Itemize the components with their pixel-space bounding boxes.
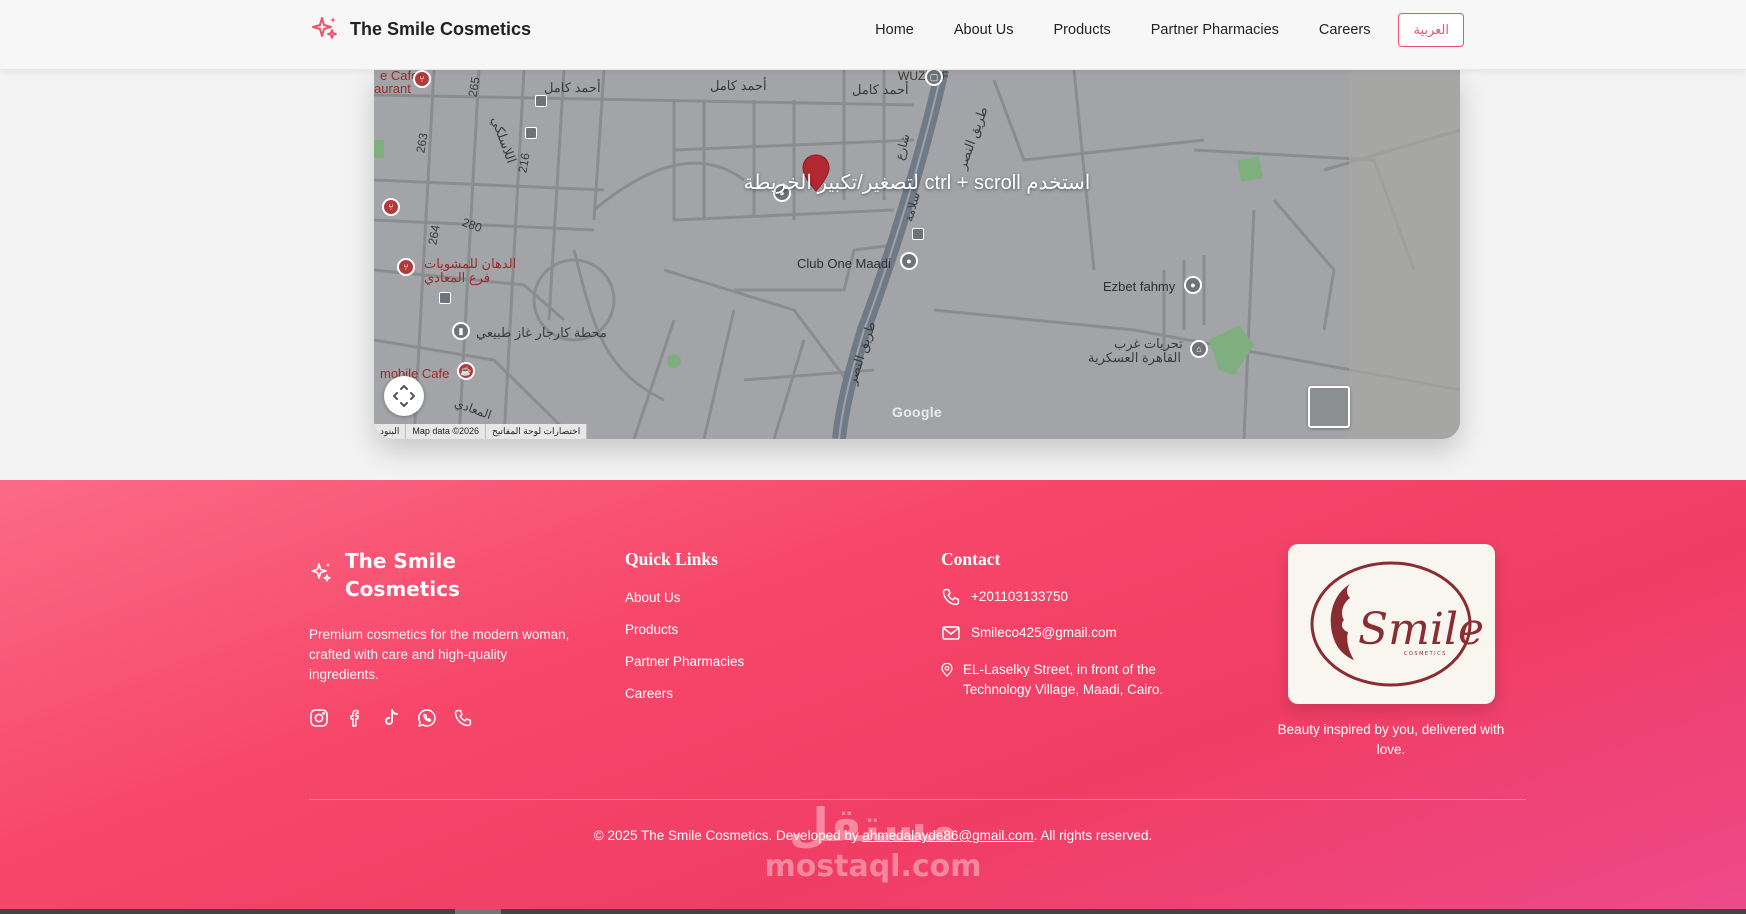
footer-link-partner-pharmacies[interactable]: Partner Pharmacies bbox=[625, 654, 744, 672]
social-links bbox=[309, 708, 473, 728]
place-icon[interactable]: ● bbox=[900, 252, 918, 270]
footer-divider bbox=[309, 799, 1526, 800]
contact-address: EL-Laselky Street, in front of the Techn… bbox=[941, 660, 1173, 700]
footer-brand-name: The Smile Cosmetics bbox=[345, 549, 460, 601]
logo-wordmark: Smile bbox=[1358, 604, 1484, 655]
map-label-station: محطة كارجار غاز طبيعي bbox=[476, 325, 607, 340]
google-map-embed[interactable]: e Cafe aurant ⑂ 265 أحمد كامل أحمد كامل … bbox=[374, 70, 1460, 439]
copyright-prefix: © 2025 The Smile Cosmetics. Developed by bbox=[593, 828, 863, 843]
bus-stop-icon bbox=[912, 228, 924, 240]
map-data-credit: Map data ©2026 bbox=[406, 424, 487, 439]
copyright-suffix: . All rights reserved. bbox=[1033, 828, 1153, 843]
map-label-ahmed-kamel-2: أحمد كامل bbox=[710, 78, 767, 93]
cafe-icon[interactable]: ☕ bbox=[457, 362, 475, 380]
contact-email-text: Smileco425@gmail.com bbox=[971, 625, 1117, 640]
contact-address-text: EL-Laselky Street, in front of the Techn… bbox=[963, 662, 1164, 697]
brand-name: The Smile Cosmetics bbox=[350, 18, 532, 39]
logo-subtext: COSMETICS bbox=[1404, 651, 1447, 657]
contact-email[interactable]: Smileco425@gmail.com bbox=[941, 623, 1117, 643]
mail-icon bbox=[942, 626, 960, 640]
keyboard-shortcuts-link[interactable]: اختصارات لوحة المفاتيح bbox=[486, 424, 588, 439]
nav-home[interactable]: Home bbox=[875, 13, 914, 47]
bus-stop-icon bbox=[439, 292, 451, 304]
map-pan-control-button[interactable] bbox=[384, 376, 424, 416]
instagram-icon[interactable] bbox=[309, 708, 329, 728]
contact-title: Contact bbox=[941, 549, 1001, 569]
map-attribution: البنود Map data ©2026 اختصارات لوحة المف… bbox=[374, 424, 588, 439]
map-label-restaurant: aurant bbox=[374, 81, 411, 96]
map-label-ezbet: Ezbet fahmy bbox=[1103, 279, 1176, 294]
quick-links-title: Quick Links bbox=[625, 549, 718, 569]
developer-email-link[interactable]: ahmedalayde86@gmail.com bbox=[862, 828, 1033, 843]
map-label-club-one: Club One Maadi bbox=[797, 256, 891, 271]
nav-about-us[interactable]: About Us bbox=[954, 13, 1014, 47]
watermark-arabic: مستقل bbox=[788, 798, 958, 852]
smile-logo: Smile COSMETICS bbox=[1310, 561, 1484, 687]
map-label-ahmed-kamel-3: أحمد كامل bbox=[852, 82, 909, 97]
sparkle-icon bbox=[312, 17, 337, 39]
restaurant-icon[interactable]: ⑂ bbox=[413, 70, 431, 88]
place-icon[interactable]: ● bbox=[1184, 276, 1202, 294]
site-footer: The Smile Cosmetics Premium cosmetics fo… bbox=[0, 480, 1746, 914]
footer-link-about-us[interactable]: About Us bbox=[625, 590, 744, 608]
phone-icon bbox=[942, 588, 960, 606]
horizontal-scrollbar[interactable] bbox=[0, 909, 1746, 914]
bus-stop-icon bbox=[525, 127, 537, 139]
map-label-dahan-2: فرع المعادي bbox=[424, 270, 491, 285]
map-pin-icon bbox=[941, 663, 953, 677]
main-nav: Home About Us Products Partner Pharmacie… bbox=[835, 13, 1464, 47]
map-roads bbox=[374, 70, 1460, 439]
phone-icon[interactable] bbox=[453, 708, 473, 728]
facebook-icon[interactable] bbox=[345, 708, 365, 728]
footer-link-careers[interactable]: Careers bbox=[625, 686, 744, 704]
footer-description: Premium cosmetics for the modern woman, … bbox=[309, 627, 570, 682]
bus-stop-icon bbox=[535, 95, 547, 107]
gas-station-icon[interactable]: ▮ bbox=[452, 322, 470, 340]
brand-link[interactable]: The Smile Cosmetics bbox=[310, 14, 531, 44]
footer-link-products[interactable]: Products bbox=[625, 622, 744, 640]
google-logo: Google bbox=[892, 404, 943, 420]
site-header: The Smile Cosmetics Home About Us Produc… bbox=[0, 0, 1746, 70]
nav-careers[interactable]: Careers bbox=[1319, 13, 1371, 47]
move-arrows-icon bbox=[393, 385, 415, 407]
government-building-icon[interactable]: ⌂ bbox=[1190, 340, 1208, 358]
copyright-text: © 2025 The Smile Cosmetics. Developed by… bbox=[0, 828, 1746, 843]
watermark-english: mostaql.com bbox=[764, 849, 982, 884]
restaurant-icon[interactable]: ⑂ bbox=[397, 258, 415, 276]
contact-phone-text: +201103133750 bbox=[971, 589, 1068, 604]
map-label-ahmed-kamel-1: أحمد كامل bbox=[544, 80, 601, 95]
map-zoom-hint: استخدم ctrl + scroll لتصغير/تكبير الخريط… bbox=[743, 172, 1091, 194]
smile-logo-card: Smile COSMETICS bbox=[1288, 544, 1495, 704]
sparkle-icon bbox=[311, 563, 331, 582]
map-label-tahreer-2: القاهرة العسكرية bbox=[1088, 350, 1181, 365]
restaurant-icon[interactable]: ⑂ bbox=[382, 198, 400, 216]
map-terms-link[interactable]: البنود bbox=[374, 424, 407, 439]
language-toggle-button[interactable]: العربية bbox=[1398, 13, 1464, 47]
map-satellite-toggle[interactable] bbox=[1308, 386, 1350, 428]
footer-tagline: Beauty inspired by you, delivered with l… bbox=[1277, 722, 1505, 757]
quick-links-list: About Us Products Partner Pharmacies Car… bbox=[625, 590, 744, 718]
whatsapp-icon[interactable] bbox=[417, 708, 437, 728]
contact-phone[interactable]: +201103133750 bbox=[941, 587, 1068, 607]
nav-partner-pharmacies[interactable]: Partner Pharmacies bbox=[1151, 13, 1279, 47]
nav-products[interactable]: Products bbox=[1054, 13, 1111, 47]
scrollbar-thumb[interactable] bbox=[455, 909, 501, 914]
tiktok-icon[interactable] bbox=[381, 708, 401, 728]
footer-brand: The Smile Cosmetics bbox=[309, 547, 495, 603]
